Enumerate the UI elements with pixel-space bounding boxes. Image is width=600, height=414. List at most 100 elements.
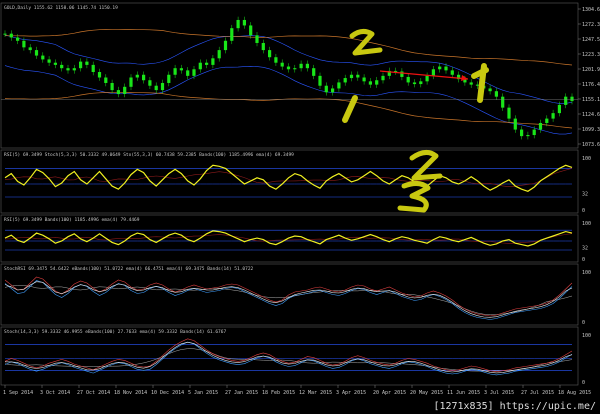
price-y-tick-0: 1304.65 bbox=[582, 7, 600, 13]
candle-body bbox=[53, 62, 57, 65]
candle-body bbox=[135, 74, 139, 78]
candle-body bbox=[3, 33, 7, 35]
candle-body bbox=[406, 76, 410, 83]
candle-body bbox=[223, 40, 228, 51]
price-header: GOLD,Daily 1155.62 1158.06 1145.74 1150.… bbox=[4, 5, 118, 11]
candle-body bbox=[205, 62, 209, 65]
price-y-tick-2: 1247.55 bbox=[582, 37, 600, 43]
x-tick-label-2: 27 Oct 2014 bbox=[77, 390, 110, 396]
candle-body bbox=[425, 75, 429, 82]
candle-body bbox=[91, 64, 95, 73]
candle-body bbox=[186, 70, 190, 76]
indicator-2-y-tick-1: 32 bbox=[582, 245, 588, 251]
candle-body bbox=[337, 82, 341, 89]
candle-body bbox=[331, 88, 335, 93]
watermark: [1271x835] https://upic.me/ bbox=[431, 401, 598, 412]
candle-body bbox=[513, 118, 517, 130]
candle-body bbox=[551, 113, 555, 119]
panel-frame-4 bbox=[0, 326, 579, 386]
candle-body bbox=[564, 96, 568, 105]
x-tick-label-6: 27 Jan 2015 bbox=[225, 390, 258, 396]
main-line-yellow bbox=[4, 164, 573, 192]
indicator-1-y-tick-0: 100 bbox=[582, 156, 591, 162]
lower-bollinger-band bbox=[4, 65, 573, 135]
red-trend-arrow bbox=[379, 70, 469, 80]
main-line-yellow bbox=[4, 230, 573, 247]
candle-body bbox=[469, 82, 473, 85]
candle-body bbox=[343, 78, 347, 83]
candle-body bbox=[450, 70, 454, 75]
candle-body bbox=[312, 68, 316, 76]
panel-frame-1 bbox=[0, 149, 579, 214]
candle-body bbox=[538, 122, 543, 130]
candle-body bbox=[318, 75, 322, 86]
candle-body bbox=[167, 74, 171, 83]
candle-body bbox=[97, 72, 102, 78]
indicator-4-y-tick-1: 0 bbox=[582, 380, 585, 386]
candle-body bbox=[249, 25, 253, 36]
x-tick-label-12: 11 Jun 2015 bbox=[447, 390, 480, 396]
candle-body bbox=[173, 68, 177, 75]
x-tick-label-10: 20 Apr 2015 bbox=[373, 390, 406, 396]
candle-body bbox=[356, 74, 360, 78]
x-tick-label-15: 18 Aug 2015 bbox=[558, 390, 591, 396]
price-y-tick-5: 1176.40 bbox=[582, 82, 600, 88]
candle-body bbox=[9, 33, 13, 38]
candle-body bbox=[324, 85, 328, 93]
candle-body bbox=[79, 61, 83, 69]
indicator-3-y-tick-1: 0 bbox=[582, 320, 585, 326]
candle-body bbox=[438, 66, 442, 70]
candle-body bbox=[412, 82, 417, 85]
price-y-tick-3: 1223.35 bbox=[582, 52, 600, 58]
signal-line-blue bbox=[4, 280, 573, 320]
x-tick-label-9: 3 Apr 2015 bbox=[336, 390, 366, 396]
candle-body bbox=[431, 69, 435, 76]
chart-canvas: GOLD,Daily 1155.62 1158.06 1145.74 1150.… bbox=[0, 2, 600, 396]
candle-body bbox=[261, 42, 265, 51]
candle-body bbox=[242, 19, 246, 26]
candle-body bbox=[268, 50, 272, 58]
candle-body bbox=[236, 19, 240, 29]
candle-body bbox=[293, 68, 297, 70]
candle-body bbox=[85, 61, 89, 65]
candle-body bbox=[545, 118, 549, 123]
price-y-tick-4: 1201.95 bbox=[582, 67, 600, 73]
candle-body bbox=[116, 90, 120, 94]
main-line-white bbox=[4, 281, 573, 318]
candle-body bbox=[280, 62, 284, 67]
price-y-tick-7: 1124.65 bbox=[582, 112, 600, 118]
upper-envelope-line bbox=[4, 28, 573, 66]
x-tick-label-3: 18 Nov 2014 bbox=[114, 390, 147, 396]
candle-body bbox=[520, 129, 524, 137]
candle-body bbox=[230, 28, 234, 41]
candle-body bbox=[129, 77, 133, 87]
candle-body bbox=[419, 81, 423, 85]
wave-label-2-top bbox=[349, 28, 383, 56]
indicator-1-y-tick-2: 0 bbox=[582, 208, 585, 214]
candle-body bbox=[349, 74, 354, 79]
signal-line-red bbox=[4, 276, 573, 317]
indicator-header-1: RSI(5) 69.3499 Stoch(5,3,3) 50.3332 49.0… bbox=[4, 152, 294, 158]
candle-body bbox=[475, 84, 480, 86]
indicator-2-y-tick-0: 100 bbox=[582, 221, 591, 227]
x-tick-label-11: 20 May 2015 bbox=[410, 390, 443, 396]
candle-body bbox=[501, 96, 505, 108]
candle-body bbox=[22, 40, 26, 48]
candle-body bbox=[211, 58, 215, 65]
signal-line-gray bbox=[4, 348, 573, 372]
candle-body bbox=[16, 37, 20, 41]
candle-body bbox=[160, 82, 165, 91]
candle-body bbox=[41, 55, 45, 60]
candle-body bbox=[368, 81, 372, 85]
x-tick-label-14: 27 Jul 2015 bbox=[521, 390, 554, 396]
lower-envelope-line bbox=[4, 91, 573, 129]
indicator-header-2: RSI(5) 69.3499 Bands(100) 1185.4996 ema(… bbox=[4, 217, 140, 223]
indicator-3-y-tick-0: 100 bbox=[582, 270, 591, 276]
candle-body bbox=[286, 66, 291, 70]
price-y-tick-8: 1099.35 bbox=[582, 127, 600, 133]
wave-label-1-right bbox=[471, 63, 489, 103]
price-y-tick-1: 1272.35 bbox=[582, 22, 600, 28]
signal-line-gray bbox=[4, 285, 573, 315]
candle-body bbox=[217, 50, 221, 59]
indicator-4-y-tick-0: 100 bbox=[582, 333, 591, 339]
